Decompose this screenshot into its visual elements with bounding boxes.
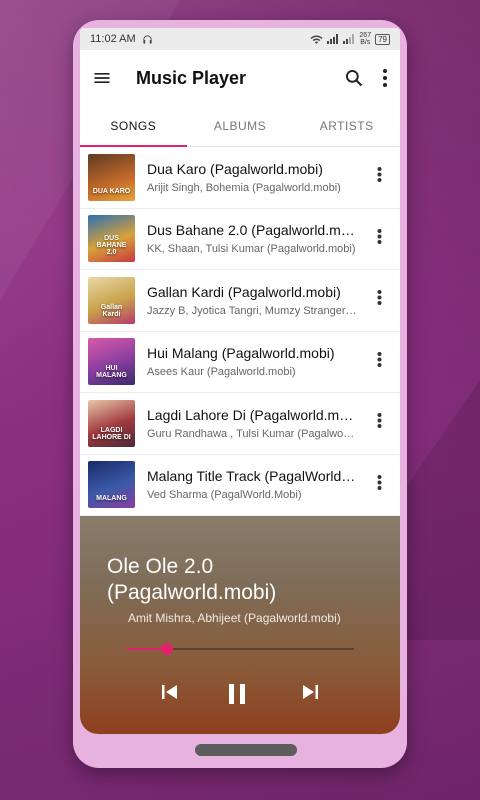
song-title: Malang Title Track (PagalWorld.mobi) bbox=[147, 468, 357, 485]
now-playing-title: Ole Ole 2.0 (Pagalworld.mobi) bbox=[107, 555, 277, 604]
now-playing-panel: Ole Ole 2.0 (Pagalworld.mobi) Amit Mishr… bbox=[80, 516, 400, 734]
headphones-icon bbox=[143, 34, 152, 44]
song-artist: Arijit Singh, Bohemia (Pagalworld.mobi) bbox=[147, 181, 341, 194]
album-art: MALANG bbox=[88, 461, 135, 509]
song-title: Lagdi Lahore Di (Pagalworld.mobi) bbox=[147, 406, 357, 423]
song-title: Dua Karo (Pagalworld.mobi) bbox=[147, 160, 323, 177]
status-bar: 11:02 AM 267 B/s 79 bbox=[80, 28, 400, 50]
app-screen: 11:02 AM 267 B/s 79 Music Player SONGS A… bbox=[80, 28, 400, 734]
page-title: Music Player bbox=[136, 67, 247, 88]
song-row[interactable]: LAGDI LAHORE DI Lagdi Lahore Di (Pagalwo… bbox=[80, 393, 400, 455]
song-row[interactable]: DUA KARO Dua Karo (Pagalworld.mobi) Ariji… bbox=[80, 147, 400, 209]
album-art: DUS BAHANE 2.0 bbox=[88, 215, 135, 263]
tab-songs[interactable]: SONGS bbox=[80, 106, 187, 147]
song-row[interactable]: DUS BAHANE 2.0 Dus Bahane 2.0 (Pagalworl… bbox=[80, 209, 400, 270]
song-options-icon[interactable] bbox=[377, 413, 382, 434]
song-title: Gallan Kardi (Pagalworld.mobi) bbox=[147, 283, 341, 300]
status-icons: 267 B/s 79 bbox=[310, 32, 390, 46]
home-indicator bbox=[195, 744, 297, 756]
song-row[interactable]: Gallan Kardi Gallan Kardi (Pagalworld.mo… bbox=[80, 270, 400, 332]
menu-icon[interactable] bbox=[92, 68, 112, 88]
app-toolbar: Music Player bbox=[80, 50, 400, 106]
previous-icon[interactable] bbox=[160, 682, 180, 707]
now-playing-artist: Amit Mishra, Abhijeet (Pagalworld.mobi) bbox=[128, 611, 341, 625]
song-row[interactable]: HUI MALANG Hui Malang (Pagalworld.mobi) A… bbox=[80, 332, 400, 393]
battery-icon: 79 bbox=[375, 33, 390, 45]
overflow-menu-icon[interactable] bbox=[382, 68, 388, 88]
album-art: LAGDI LAHORE DI bbox=[88, 399, 135, 447]
song-options-icon[interactable] bbox=[377, 167, 382, 188]
song-artist: Ved Sharma (PagalWorld.Mobi) bbox=[147, 489, 302, 502]
wifi-icon bbox=[310, 35, 323, 44]
song-options-icon[interactable] bbox=[377, 474, 382, 495]
seek-thumb[interactable] bbox=[161, 643, 174, 655]
song-list: DUA KARO Dua Karo (Pagalworld.mobi) Ariji… bbox=[80, 147, 400, 516]
song-options-icon[interactable] bbox=[377, 290, 382, 311]
song-options-icon[interactable] bbox=[377, 351, 382, 372]
song-title: Dus Bahane 2.0 (Pagalworld.mobi) bbox=[147, 222, 357, 239]
song-row[interactable]: MALANG Malang Title Track (PagalWorld.mo… bbox=[80, 455, 400, 516]
song-artist: Jazzy B, Jyotica Tangri, Mumzy Stranger … bbox=[147, 304, 357, 317]
signal-icon bbox=[343, 34, 355, 44]
song-artist: Guru Randhawa , Tulsi Kumar (Pagalworld.… bbox=[147, 427, 357, 440]
search-icon[interactable] bbox=[344, 68, 364, 88]
tab-artists[interactable]: ARTISTS bbox=[293, 106, 400, 146]
signal-icon bbox=[327, 34, 339, 44]
pause-icon[interactable] bbox=[226, 682, 248, 711]
tab-bar: SONGS ALBUMS ARTISTS bbox=[80, 106, 400, 147]
next-icon[interactable] bbox=[300, 682, 320, 707]
song-artist: KK, Shaan, Tulsi Kumar (Pagalworld.mobi) bbox=[147, 243, 356, 256]
seek-bar[interactable] bbox=[126, 643, 354, 655]
tab-albums[interactable]: ALBUMS bbox=[187, 106, 294, 146]
song-title: Hui Malang (Pagalworld.mobi) bbox=[147, 345, 335, 362]
album-art: HUI MALANG bbox=[88, 338, 135, 386]
network-speed: 267 B/s bbox=[359, 32, 372, 46]
song-artist: Asees Kaur (Pagalworld.mobi) bbox=[147, 366, 296, 379]
song-options-icon[interactable] bbox=[377, 228, 382, 249]
album-art: Gallan Kardi bbox=[88, 276, 135, 324]
album-art: DUA KARO bbox=[88, 153, 135, 201]
status-time: 11:02 AM bbox=[90, 33, 136, 45]
